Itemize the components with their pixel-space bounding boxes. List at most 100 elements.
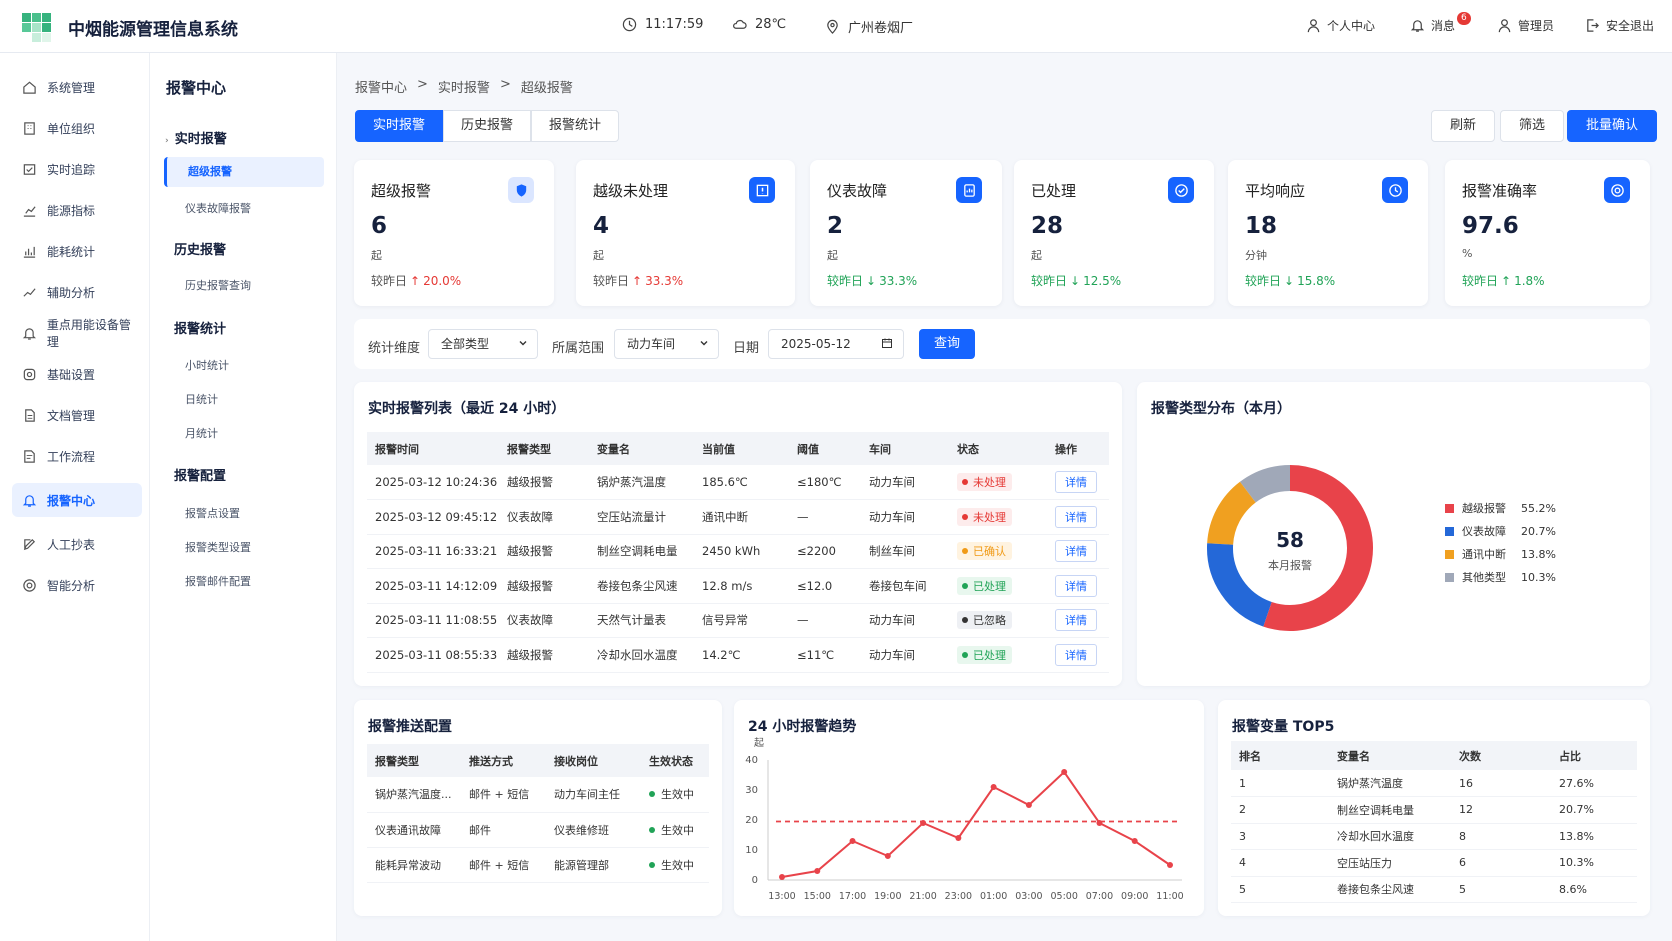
kpi-card[interactable]: 报警准确率 97.6% 较昨日 ↑ 1.8% (1445, 160, 1650, 306)
sidebar-item-4[interactable]: 能耗统计 (12, 234, 142, 268)
legend-label: 越级报警 (1462, 502, 1506, 515)
kpi-value: 2 (827, 213, 844, 239)
tab-history[interactable]: 历史报警 (443, 110, 532, 142)
kpi-unit: 分钟 (1245, 249, 1267, 262)
table-row[interactable]: 2025-03-11 08:55:33 越级报警 冷却水回水温度 14.2℃ ≤11℃ 动… (367, 637, 1109, 673)
breadcrumb-item[interactable]: 报警中心 (355, 77, 407, 96)
column-header: 推送方式 (461, 744, 546, 777)
scope-select[interactable]: 动力车间 (614, 329, 719, 359)
date-picker[interactable]: 2025-05-12 (768, 329, 904, 359)
sidebar-item-3[interactable]: 能源指标 (12, 193, 142, 227)
subnav-item-hourly[interactable]: 小时统计 (185, 357, 229, 373)
messages-link[interactable]: 消息 6 (1410, 12, 1471, 34)
subnav-group-history[interactable]: 历史报警 (174, 239, 226, 258)
sidebar-item-9[interactable]: 工作流程 (12, 439, 142, 473)
dimension-value: 全部类型 (441, 337, 490, 351)
sidebar-item-5[interactable]: 辅助分析 (12, 275, 142, 309)
tab-stats[interactable]: 报警统计 (531, 110, 620, 142)
subnav-item-mail-config[interactable]: 报警邮件配置 (185, 573, 251, 589)
subnav-group-config[interactable]: 报警配置 (174, 465, 226, 484)
table-cell: 动力车间 (861, 499, 949, 535)
table-row[interactable]: 2025-03-12 10:24:36 越级报警 锅炉蒸汽温度 185.6℃ ≤180℃… (367, 465, 1109, 500)
x-tick-label: 03:00 (1015, 891, 1042, 902)
chevron-down-icon (519, 341, 527, 346)
subnav-item-monthly[interactable]: 月统计 (185, 425, 218, 441)
subnav-item-history-query[interactable]: 历史报警查询 (185, 277, 251, 293)
detail-button[interactable]: 详情 (1055, 471, 1097, 493)
data-point (1025, 802, 1032, 808)
x-tick-label: 23:00 (945, 891, 972, 902)
arrow-up-icon: ↑ (410, 274, 421, 288)
sidebar-item-1[interactable]: 单位组织 (12, 111, 142, 145)
table-row[interactable]: 2025-03-11 11:08:55 仪表故障 天然气计量表 信号异常 — 动力车间 已忽… (367, 603, 1109, 638)
breadcrumb-item[interactable]: 实时报警 (438, 77, 490, 96)
table-row[interactable]: 3 冷却水回水温度 8 13.8% (1231, 823, 1637, 850)
sidebar-item-12[interactable]: 智能分析 (12, 568, 142, 602)
sidebar-item-2[interactable]: 实时追踪 (12, 152, 142, 186)
filter-button[interactable]: 筛选 (1500, 110, 1565, 142)
kpi-compare: 较昨日 ↓ 15.8% (1245, 272, 1335, 289)
top5-panel: 报警变量 TOP5 排名 变量名 次数 占比 1 锅炉蒸汽温度 16 27.6% 2 制丝空调耗… (1218, 700, 1650, 916)
sidebar-item-8[interactable]: 文档管理 (12, 398, 142, 432)
table-cell: 越级报警 (499, 465, 589, 500)
table-cell: 已确认 (949, 534, 1047, 569)
detail-button[interactable]: 详情 (1055, 540, 1097, 563)
table-cell: 冷却水回水温度 (1329, 823, 1451, 850)
user-menu[interactable]: 管理员 (1497, 17, 1554, 34)
kpi-card[interactable]: 仪表故障 2 起较昨日 ↓ 33.3% (810, 160, 1002, 306)
table-row[interactable]: 仪表通讯故障 邮件 仪表维修班 生效中 (367, 812, 709, 848)
subnav-item-super-alarm[interactable]: 超级报警 (164, 157, 324, 187)
detail-button[interactable]: 详情 (1055, 505, 1097, 528)
table-row[interactable]: 2025-03-11 16:33:21 越级报警 制丝空调耗电量 2450 kWh ≤2… (367, 534, 1109, 569)
sidebar-item-7[interactable]: 基础设置 (12, 357, 142, 391)
kpi-card[interactable]: 已处理 28 起较昨日 ↓ 12.5% (1014, 160, 1214, 306)
detail-button[interactable]: 详情 (1055, 574, 1097, 597)
personal-center-link[interactable]: 个人中心 (1306, 17, 1375, 34)
table-cell: 邮件 + 短信 (461, 777, 546, 813)
subnav-group-stats[interactable]: 报警统计 (174, 318, 226, 337)
table-row[interactable]: 5 卷接包条尘风速 5 8.6% (1231, 876, 1637, 903)
donut-total: 58 (1276, 528, 1304, 552)
table-cell: 冷却水回水温度 (589, 637, 694, 673)
app-title: 中烟能源管理信息系统 (68, 20, 238, 40)
subnav-item-type-settings[interactable]: 报警类型设置 (185, 539, 251, 555)
data-point (1096, 820, 1103, 826)
calendar-icon (882, 338, 892, 348)
y-tick-label: 40 (745, 755, 758, 766)
dimension-select[interactable]: 全部类型 (428, 329, 538, 359)
table-cell: 邮件 + 短信 (461, 847, 546, 883)
table-row[interactable]: 2025-03-11 14:12:09 越级报警 卷接包条尘风速 12.8 m/s ≤1… (367, 568, 1109, 604)
detail-button[interactable]: 详情 (1055, 643, 1097, 666)
detail-button[interactable]: 详情 (1055, 609, 1097, 632)
subnav-group-realtime[interactable]: › 实时报警 (165, 128, 227, 147)
arrow-down-icon: ↓ (1284, 274, 1295, 288)
sidebar-item-0[interactable]: 系统管理 (12, 70, 142, 104)
table-row[interactable]: 2 制丝空调耗电量 12 20.7% (1231, 796, 1637, 824)
logout-button[interactable]: 安全退出 (1585, 17, 1654, 34)
sidebar-item-10[interactable]: 报警中心 (12, 483, 142, 517)
batch-confirm-button[interactable]: 批量确认 (1567, 110, 1658, 142)
table-row[interactable]: 锅炉蒸汽温度... 邮件 + 短信 动力车间主任 生效中 (367, 777, 709, 813)
kpi-compare-value: 33.3% (645, 274, 684, 288)
kpi-card[interactable]: 超级报警 6 起较昨日 ↑ 20.0% (354, 160, 554, 306)
refresh-button[interactable]: 刷新 (1431, 110, 1496, 142)
table-cell: 2025-03-12 10:24:36 (367, 465, 499, 500)
x-tick-label: 09:00 (1121, 891, 1148, 902)
kpi-card[interactable]: 平均响应 18 分钟 较昨日 ↓ 15.8% (1228, 160, 1428, 306)
legend-label: 仪表故障 (1462, 525, 1506, 538)
table-cell: 已处理 (949, 568, 1047, 604)
table-row[interactable]: 4 空压站压力 6 10.3% (1231, 849, 1637, 877)
table-row[interactable]: 能耗异常波动 邮件 + 短信 能源管理部 生效中 (367, 847, 709, 883)
arrow-up-icon: ↑ (632, 274, 643, 288)
kpi-card[interactable]: 越级未处理 4 起较昨日 ↑ 33.3% (576, 160, 795, 306)
subnav-item-meter-fault[interactable]: 仪表故障报警 (185, 200, 251, 216)
tab-realtime[interactable]: 实时报警 (355, 110, 444, 142)
sidebar-item-11[interactable]: 人工抄表 (12, 527, 142, 561)
query-button[interactable]: 查询 (919, 329, 976, 359)
table-row[interactable]: 1 锅炉蒸汽温度 16 27.6% (1231, 770, 1637, 797)
subnav-item-point-settings[interactable]: 报警点设置 (185, 505, 240, 521)
sidebar-item-6[interactable]: 重点用能设备管理 (12, 316, 142, 350)
subnav-item-daily[interactable]: 日统计 (185, 391, 218, 407)
kpi-title: 仪表故障 (827, 182, 888, 200)
table-row[interactable]: 2025-03-12 09:45:12 仪表故障 空压站流量计 通讯中断 — 动力车间 未处… (367, 499, 1109, 535)
